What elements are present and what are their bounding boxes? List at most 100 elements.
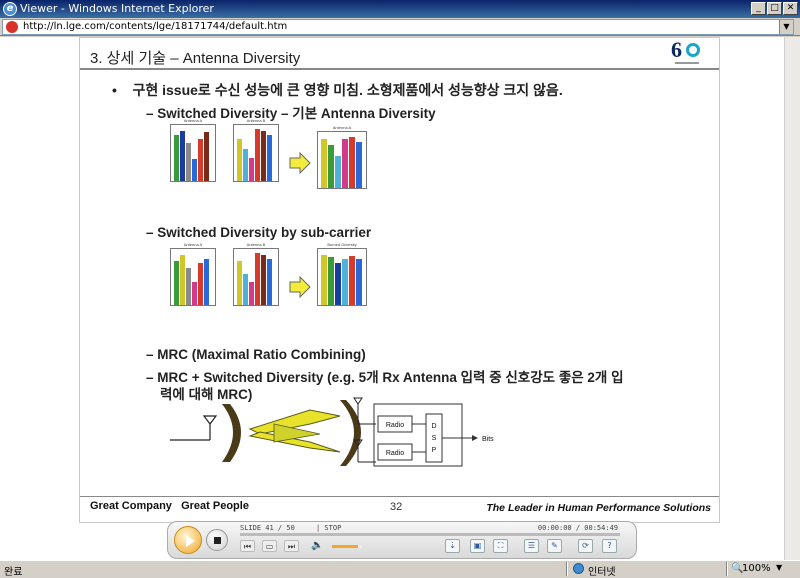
slide-list-icon[interactable]: ▭ xyxy=(262,540,277,552)
lg-60-logo-icon: 6 xyxy=(669,38,705,67)
playback-time: 00:00:00 / 00:54:49 xyxy=(537,524,618,532)
chart-bar xyxy=(328,145,334,188)
chart-bar xyxy=(321,139,327,188)
footer-divider xyxy=(80,496,719,497)
chart-caption: Antenna B xyxy=(246,118,266,123)
player-controls: SLIDE 41 / 50 | STOP 00:00:00 / 00:54:49… xyxy=(167,521,637,559)
minimize-button[interactable]: _ xyxy=(751,2,766,15)
outline-icon[interactable]: ☰ xyxy=(524,539,539,553)
dash-sub-carrier: – Switched Diversity by sub-carrier xyxy=(146,225,372,240)
volume-slider[interactable] xyxy=(332,545,362,548)
dash-mrc: – MRC (Maximal Ratio Combining) xyxy=(146,347,366,362)
zoom-dropdown-icon[interactable]: ▼ xyxy=(776,563,782,572)
progress-slider[interactable] xyxy=(240,533,620,536)
radio-top-label: Radio xyxy=(386,422,404,429)
chart-bar xyxy=(249,282,254,305)
chart-caption: Antenna A xyxy=(183,242,203,247)
footer-right-text: The Leader in Human Performance Solution… xyxy=(486,502,711,514)
chart-bar xyxy=(335,156,341,188)
chart-bar xyxy=(174,261,179,305)
mrc-diagram: Radio Radio D S P Bits xyxy=(170,397,494,467)
chart-bar xyxy=(321,255,327,305)
vertical-scrollbar[interactable] xyxy=(784,37,800,560)
volume-fill xyxy=(332,545,358,548)
chart-frame xyxy=(233,248,279,306)
fit-screen-icon[interactable]: ▣ xyxy=(470,539,485,553)
chart-frame xyxy=(170,124,216,182)
chart-bar xyxy=(356,259,362,305)
svg-text:S: S xyxy=(432,435,437,442)
refresh-icon[interactable]: ⟳ xyxy=(578,539,593,553)
address-url[interactable]: http://ln.lge.com/contents/lge/18171744/… xyxy=(23,21,287,32)
status-bar: 완료 인터넷 🔍 100% ▼ xyxy=(0,560,800,578)
chart-frame xyxy=(233,124,279,182)
window-title: Viewer - Windows Internet Explorer xyxy=(20,2,214,15)
chart-caption: Antenna A xyxy=(183,118,203,123)
chart-bar xyxy=(204,132,209,181)
notes-icon[interactable]: ✎ xyxy=(547,539,562,553)
security-zone: 인터넷 xyxy=(588,567,616,578)
signal-lens xyxy=(222,404,241,462)
bullet-main-text: 구현 issue로 수신 성능에 큰 영향 미침. 소형제품에서 성능향상 크지… xyxy=(132,82,563,98)
chart-antenna-result: Antenna A xyxy=(317,125,367,191)
arrow-right-icon xyxy=(289,276,311,298)
chart-bar xyxy=(255,129,260,181)
page-favicon-icon xyxy=(6,21,18,33)
chart-caption: Antenna B xyxy=(246,242,266,247)
chart-caption: Burned Diversity xyxy=(327,242,357,247)
address-field[interactable]: http://ln.lge.com/contents/lge/18171744/… xyxy=(2,19,794,35)
chart-bar xyxy=(255,253,260,305)
page-number: 32 xyxy=(390,501,403,513)
chart-antenna-b: Antenna B xyxy=(233,118,279,184)
chart-bar xyxy=(243,149,248,181)
chart-bar xyxy=(180,255,185,305)
zoom-level[interactable]: 100% xyxy=(742,563,771,574)
chart-bar xyxy=(186,143,191,181)
chart-antenna-a: Antenna A xyxy=(170,242,216,308)
arrow-right-icon xyxy=(289,152,311,174)
chart-caption: Antenna A xyxy=(332,125,352,130)
chart-bar xyxy=(342,139,348,188)
address-dropdown-icon[interactable]: ▼ xyxy=(779,20,793,34)
fullscreen-icon[interactable]: ⛶ xyxy=(493,539,508,553)
maximize-button[interactable]: □ xyxy=(767,2,782,15)
chart-bar xyxy=(174,135,179,181)
chart-burned-diversity: Burned Diversity xyxy=(317,242,367,308)
chart-bar xyxy=(192,282,197,305)
status-text: 완료 xyxy=(4,567,23,578)
chart-bar xyxy=(192,159,197,181)
chart-bar xyxy=(335,263,341,305)
chart-bar xyxy=(198,263,203,305)
bullet-dot-icon: • xyxy=(112,82,133,98)
chart-bar xyxy=(349,256,355,305)
signal-beams xyxy=(248,409,341,453)
chart-bar xyxy=(349,137,355,188)
antenna-left-icon xyxy=(170,415,218,441)
radio-bottom-label: Radio xyxy=(386,450,404,457)
help-icon[interactable]: ? xyxy=(602,539,617,553)
internet-zone-icon xyxy=(573,563,584,574)
chart-bar xyxy=(356,142,362,188)
chart-bar xyxy=(267,259,272,305)
next-slide-icon[interactable]: ⏭ xyxy=(284,540,299,552)
internet-explorer-icon: e xyxy=(3,2,17,16)
chart-frame xyxy=(170,248,216,306)
slide-counter: SLIDE 41 / 50 xyxy=(240,524,295,532)
footer-left-text: Great Company Great People xyxy=(90,500,249,512)
chart-bar xyxy=(186,268,191,305)
bookmark-icon[interactable]: ⇣ xyxy=(445,539,460,553)
chart-bar xyxy=(237,261,242,305)
chart-bar xyxy=(261,255,266,305)
play-button[interactable] xyxy=(174,526,202,554)
chart-antenna-b: Antenna B xyxy=(233,242,279,308)
stop-button[interactable] xyxy=(206,529,228,551)
chart-frame xyxy=(317,131,367,189)
close-button[interactable]: ✕ xyxy=(783,2,798,15)
volume-icon[interactable]: 🔈 xyxy=(311,540,325,552)
bits-label: Bits xyxy=(482,436,494,443)
chart-antenna-a: Antenna A xyxy=(170,118,216,184)
chart-bar xyxy=(342,259,348,305)
previous-slide-icon[interactable]: ⏮ xyxy=(240,540,255,552)
chart-bar xyxy=(243,274,248,305)
address-bar: http://ln.lge.com/contents/lge/18171744/… xyxy=(0,18,800,36)
